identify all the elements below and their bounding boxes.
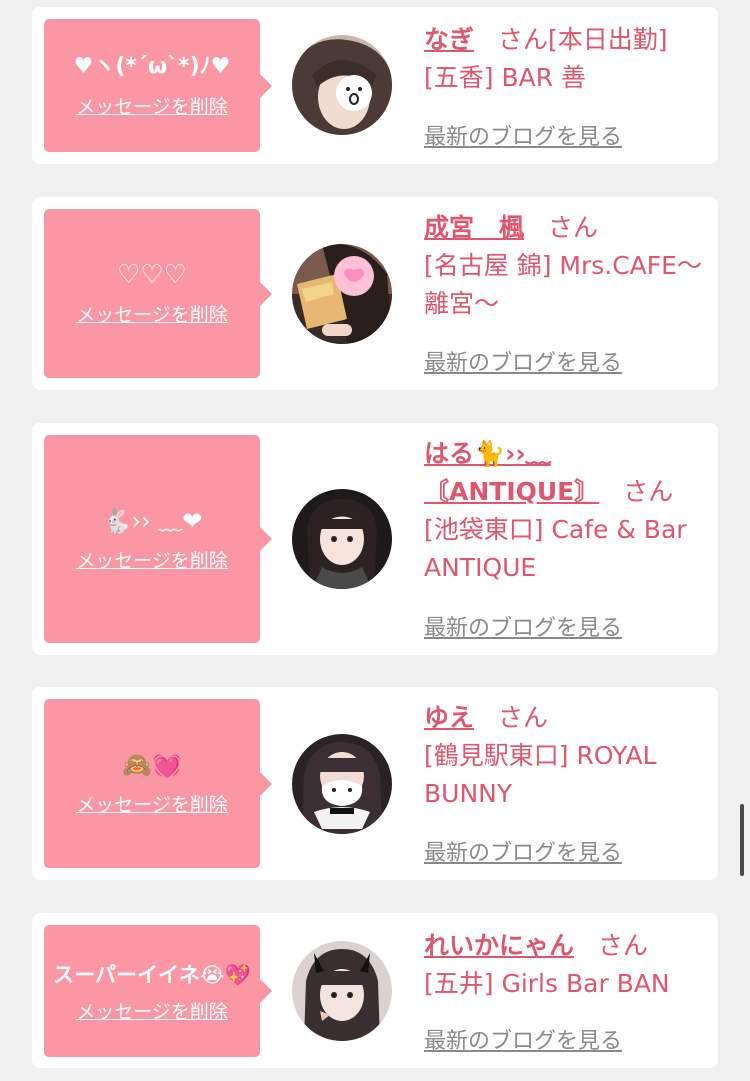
shop-name: [名古屋 錦] Mrs.CAFE〜離宮〜 (424, 251, 702, 318)
cast-name-link[interactable]: はる🐈››﹏〘ANTIQUE〙 (424, 439, 599, 506)
honorific-text: さん (623, 477, 674, 506)
message-bubble: ♥︎ヽ(*ˊωˋ*)ﾉ♥︎ メッセージを削除 (44, 19, 272, 152)
delete-message-link[interactable]: メッセージを削除 (76, 300, 228, 327)
latest-blog-link[interactable]: 最新のブログを見る (424, 1023, 622, 1055)
cast-name-link[interactable]: れいかにゃん (424, 931, 574, 960)
latest-blog-link[interactable]: 最新のブログを見る (424, 345, 622, 377)
shop-name: [鶴見駅東口] ROYAL BUNNY (424, 741, 657, 808)
message-card: 🙈💓 メッセージを削除 ゆえ さん [鶴見駅東口] ROYAL BUNNY 最新の… (32, 687, 718, 880)
avatar[interactable] (292, 35, 392, 135)
cast-name-link[interactable]: 成宮 楓 (424, 213, 524, 242)
message-text: 🐇›› ﹏❤︎ (101, 506, 203, 535)
shop-name: [五井] Girls Bar BAN (424, 969, 670, 998)
avatar[interactable] (292, 244, 392, 344)
delete-message-link[interactable]: メッセージを削除 (76, 790, 228, 817)
message-card: スーパーイイネ😭💖 メッセージを削除 れいかにゃん さん [五井] Girls B… (32, 913, 718, 1068)
message-text: ♥︎ヽ(*ˊωˋ*)ﾉ♥︎ (73, 54, 231, 79)
avatar[interactable] (292, 941, 392, 1041)
scrollbar[interactable] (740, 804, 744, 876)
honorific-text: さん[本日出勤] (498, 25, 668, 54)
message-card: ♥︎ヽ(*ˊωˋ*)ﾉ♥︎ メッセージを削除 なぎ さん[本日出勤] [五香] B… (32, 7, 718, 164)
avatar[interactable] (292, 734, 392, 834)
delete-message-link[interactable]: メッセージを削除 (76, 546, 228, 573)
message-text: ♡♡♡ (117, 260, 187, 290)
shop-name: [池袋東口] Cafe & Bar ANTIQUE (424, 515, 687, 582)
honorific-text: さん (548, 213, 599, 242)
honorific-text: さん (498, 703, 549, 732)
message-bubble: スーパーイイネ😭💖 メッセージを削除 (44, 925, 272, 1057)
delete-message-link[interactable]: メッセージを削除 (76, 997, 228, 1024)
message-card: 🐇›› ﹏❤︎ メッセージを削除 はる🐈››﹏〘ANTIQUE〙 さん [池袋東口… (32, 423, 718, 655)
shop-name: [五香] BAR 善 (424, 63, 587, 92)
cast-name-link[interactable]: ゆえ (424, 703, 474, 732)
latest-blog-link[interactable]: 最新のブログを見る (424, 610, 622, 642)
delete-message-link[interactable]: メッセージを削除 (76, 92, 228, 119)
avatar[interactable] (292, 489, 392, 589)
message-bubble: ♡♡♡ メッセージを削除 (44, 209, 272, 378)
message-text: 🙈💓 (122, 751, 182, 779)
message-text: スーパーイイネ😭💖 (53, 962, 251, 987)
honorific-text: さん (598, 931, 649, 960)
latest-blog-link[interactable]: 最新のブログを見る (424, 119, 622, 151)
message-bubble: 🙈💓 メッセージを削除 (44, 699, 272, 868)
message-bubble: 🐇›› ﹏❤︎ メッセージを削除 (44, 435, 272, 643)
latest-blog-link[interactable]: 最新のブログを見る (424, 835, 622, 867)
message-card: ♡♡♡ メッセージを削除 成宮 楓さん [名古屋 錦] Mrs.CAFE〜離宮〜… (32, 197, 718, 390)
cast-name-link[interactable]: なぎ (424, 25, 474, 54)
